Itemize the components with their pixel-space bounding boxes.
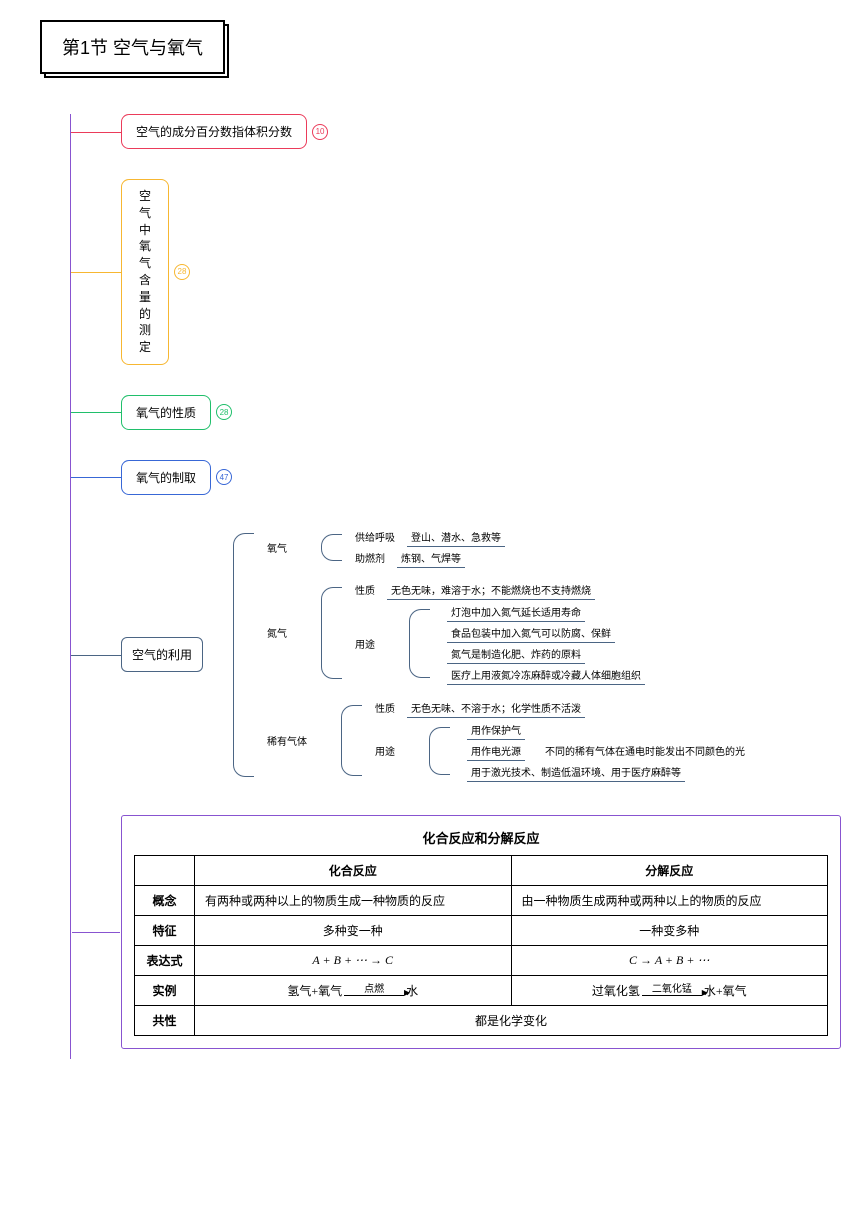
condition: 点燃 bbox=[364, 985, 384, 995]
uses-label: 用途 bbox=[371, 743, 399, 758]
reactions-table: 化合反应 分解反应 概念 有两种或两种以上的物质生成一种物质的反应 由一种物质生… bbox=[134, 855, 828, 1036]
branch-composition: 空气的成分百分数指体积分数 10 bbox=[71, 114, 841, 149]
header-combination: 化合反应 bbox=[195, 855, 512, 885]
root-title: 第1节 空气与氧气 bbox=[40, 20, 225, 74]
node-measure[interactable]: 空气中氧气含量的测定 28 bbox=[121, 179, 169, 365]
header-empty bbox=[135, 855, 195, 885]
node-utilization[interactable]: 空气的利用 bbox=[121, 637, 203, 672]
header-decomposition: 分解反应 bbox=[511, 855, 828, 885]
branch-measure: 空气中氧气含量的测定 28 bbox=[71, 179, 841, 365]
use-item: 氮气是制造化肥、炸药的原料 bbox=[447, 644, 585, 664]
node-label: 氧气的性质 bbox=[136, 406, 196, 420]
table-row: 实例 氢气+氧气 点燃 水 过氧化氢 二氧化锰 水+氧气 bbox=[135, 975, 828, 1005]
cell: 多种变一种 bbox=[195, 915, 512, 945]
node-label: 空气中氧气含量的测定 bbox=[139, 189, 151, 354]
gas-name: 稀有气体 bbox=[263, 733, 311, 748]
use-item: 用作保护气 bbox=[467, 720, 525, 740]
cell: 有两种或两种以上的物质生成一种物质的反应 bbox=[195, 885, 512, 915]
table-title: 化合反应和分解反应 bbox=[134, 828, 828, 847]
table-row: 特征 多种变一种 一种变多种 bbox=[135, 915, 828, 945]
use-item: 医疗上用液氮冷冻麻醉或冷藏人体细胞组织 bbox=[447, 665, 645, 685]
badge-count: 10 bbox=[312, 124, 328, 140]
node-composition[interactable]: 空气的成分百分数指体积分数 10 bbox=[121, 114, 307, 149]
branch-utilization: 空气的利用 氧气 供给呼吸登山、潜水、急救等 助燃剂炼钢、气焊等 氮气 性质无 bbox=[71, 525, 841, 785]
cell: C → A + B + ⋯ bbox=[511, 945, 828, 975]
item-detail: 登山、潜水、急救等 bbox=[407, 527, 505, 547]
item-label: 助燃剂 bbox=[351, 550, 389, 565]
subtree-oxygen: 氧气 供给呼吸登山、潜水、急救等 助燃剂炼钢、气焊等 bbox=[263, 526, 745, 569]
use-item: 灯泡中加入氮气延长适用寿命 bbox=[447, 602, 585, 622]
cell: 都是化学变化 bbox=[195, 1005, 828, 1035]
use-item: 食品包装中加入氮气可以防腐、保鲜 bbox=[447, 623, 615, 643]
use-extra: 不同的稀有气体在通电时能发出不同颜色的光 bbox=[545, 743, 745, 758]
table-row: 表达式 A + B + ⋯ → C C → A + B + ⋯ bbox=[135, 945, 828, 975]
node-properties[interactable]: 氧气的性质 28 bbox=[121, 395, 211, 430]
branch-reactions-table: 化合反应和分解反应 化合反应 分解反应 概念 有两种或两种以上的物质生成一种物质… bbox=[121, 815, 841, 1049]
branch-preparation: 氧气的制取 47 bbox=[71, 460, 841, 495]
item-detail: 炼钢、气焊等 bbox=[397, 548, 465, 568]
row-head: 表达式 bbox=[135, 945, 195, 975]
item-label: 供给呼吸 bbox=[351, 529, 399, 544]
prop-label: 性质 bbox=[371, 700, 399, 715]
badge-count: 28 bbox=[174, 264, 190, 280]
main-spine: 空气的成分百分数指体积分数 10 空气中氧气含量的测定 28 氧气的性质 28 … bbox=[70, 114, 841, 1059]
uses-label: 用途 bbox=[351, 636, 379, 651]
prop-detail: 无色无味、不溶于水；化学性质不活泼 bbox=[407, 698, 585, 718]
badge-count: 47 bbox=[216, 469, 232, 485]
use-item: 用作电光源 bbox=[467, 741, 525, 761]
reactant: 氢气+氧气 bbox=[287, 982, 342, 999]
node-label: 氧气的制取 bbox=[136, 471, 196, 485]
prop-detail: 无色无味，难溶于水；不能燃烧也不支持燃烧 bbox=[387, 580, 595, 600]
subtree-nitrogen: 氮气 性质无色无味，难溶于水；不能燃烧也不支持燃烧 用途 灯泡中加入氮气延长适用… bbox=[263, 579, 745, 687]
branch-properties: 氧气的性质 28 bbox=[71, 395, 841, 430]
product: 水+氧气 bbox=[704, 982, 747, 999]
node-label: 空气的利用 bbox=[132, 648, 192, 662]
row-head: 实例 bbox=[135, 975, 195, 1005]
use-item: 用于激光技术、制造低温环境、用于医疗麻醉等 bbox=[467, 762, 685, 782]
cell-reaction-1: 氢气+氧气 点燃 水 bbox=[195, 975, 512, 1005]
node-label: 空气的成分百分数指体积分数 bbox=[136, 125, 292, 139]
arrow-icon bbox=[642, 995, 702, 996]
condition: 二氧化锰 bbox=[652, 985, 692, 995]
subtree-gases: 氧气 供给呼吸登山、潜水、急救等 助燃剂炼钢、气焊等 氮气 性质无色无味，难溶于… bbox=[233, 525, 745, 785]
row-head: 概念 bbox=[135, 885, 195, 915]
cell: 由一种物质生成两种或两种以上的物质的反应 bbox=[511, 885, 828, 915]
cell: 一种变多种 bbox=[511, 915, 828, 945]
table-row: 共性 都是化学变化 bbox=[135, 1005, 828, 1035]
row-head: 特征 bbox=[135, 915, 195, 945]
prop-label: 性质 bbox=[351, 582, 379, 597]
badge-count: 28 bbox=[216, 404, 232, 420]
gas-name: 氧气 bbox=[263, 540, 291, 555]
table-row: 化合反应 分解反应 bbox=[135, 855, 828, 885]
cell: A + B + ⋯ → C bbox=[195, 945, 512, 975]
cell-reaction-2: 过氧化氢 二氧化锰 水+氧气 bbox=[511, 975, 828, 1005]
reactant: 过氧化氢 bbox=[592, 982, 640, 999]
node-preparation[interactable]: 氧气的制取 47 bbox=[121, 460, 211, 495]
arrow-icon bbox=[344, 995, 404, 996]
gas-name: 氮气 bbox=[263, 625, 291, 640]
subtree-noble: 稀有气体 性质无色无味、不溶于水；化学性质不活泼 用途 用作保护气 用作电光源 不… bbox=[263, 697, 745, 784]
row-head: 共性 bbox=[135, 1005, 195, 1035]
table-row: 概念 有两种或两种以上的物质生成一种物质的反应 由一种物质生成两种或两种以上的物… bbox=[135, 885, 828, 915]
